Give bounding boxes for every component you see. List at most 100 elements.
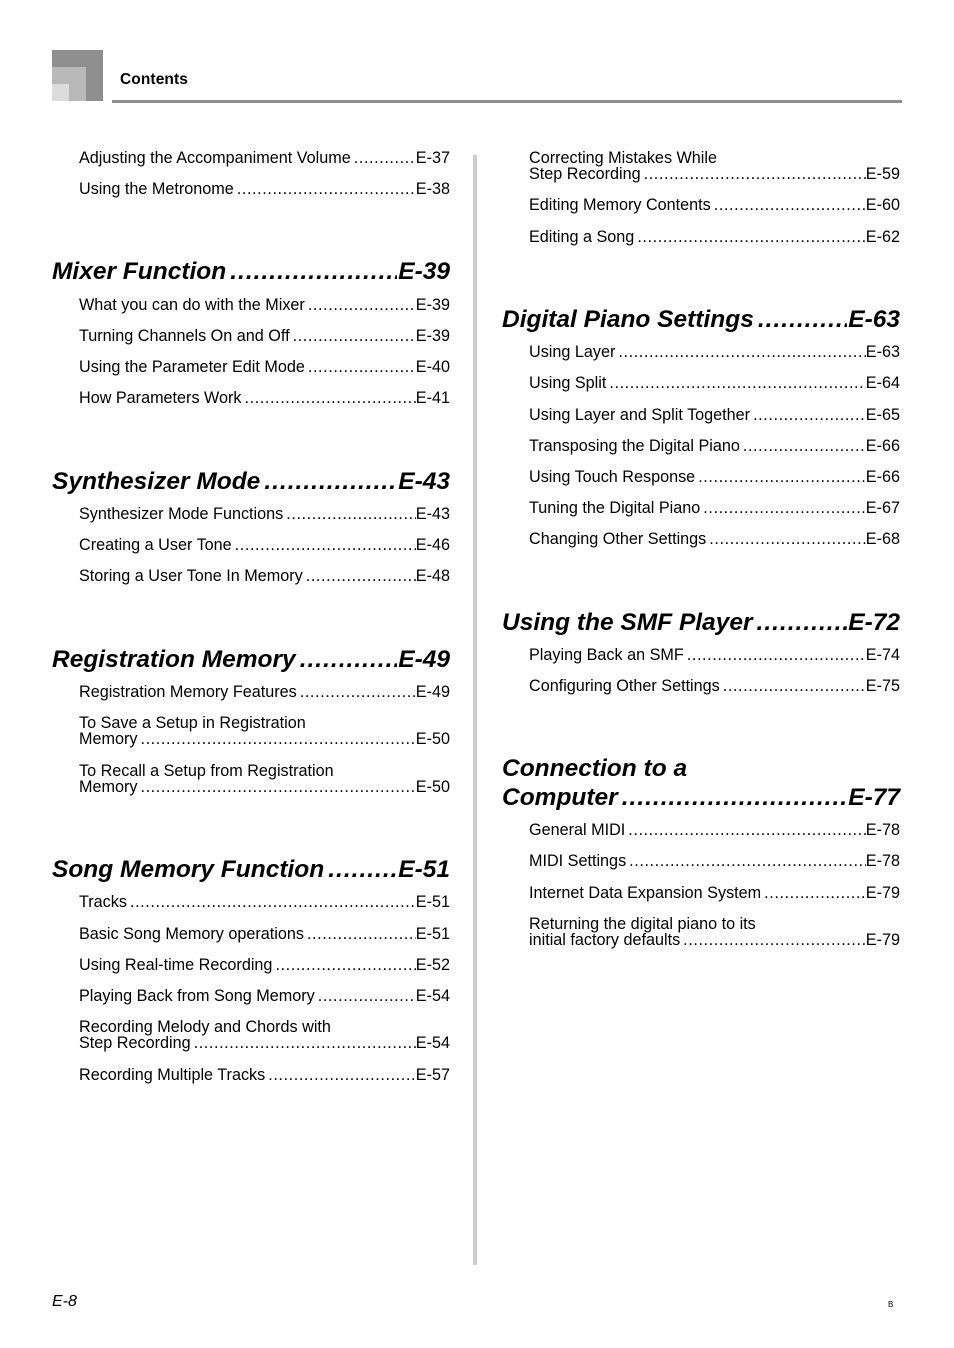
toc-entry-text: Recording Melody and Chords with — [79, 1018, 331, 1037]
toc-entry[interactable]: To Recall a Setup from Registration.....… — [79, 761, 450, 795]
leader-dots: ........................................… — [234, 537, 416, 554]
toc-entry-text: Synthesizer Mode Functions — [79, 505, 284, 524]
toc-section-heading[interactable]: Digital Piano Settings..................… — [502, 306, 900, 334]
toc-heading-line: Computer................................… — [502, 784, 900, 812]
toc-entry-page-number: E-66 — [865, 468, 900, 487]
toc-heading-text: Connection to a — [502, 755, 688, 783]
toc-entry-text: Creating a User Tone — [79, 536, 232, 555]
toc-entry-text: Changing Other Settings — [529, 530, 707, 549]
toc-entry-text: General MIDI — [529, 821, 626, 840]
toc-entry[interactable]: Playing Back from Song Memory...........… — [79, 988, 450, 1004]
toc-entry-line: Storing a User Tone In Memory...........… — [79, 568, 450, 584]
toc-entry[interactable]: Adjusting the Accompaniment Volume......… — [79, 150, 450, 166]
toc-entry-text: MIDI Settings — [529, 852, 627, 871]
leader-dots: ........................................… — [703, 500, 866, 517]
toc-entry[interactable]: How Parameters Work.....................… — [79, 390, 450, 406]
toc-entry[interactable]: Correcting Mistakes While...............… — [529, 150, 900, 183]
toc-entry-line: Internet Data Expansion System..........… — [529, 884, 900, 901]
toc-entry[interactable]: Turning Channels On and Off.............… — [79, 328, 450, 344]
leader-dots: ........................................… — [683, 932, 866, 949]
leader-dots: ........................................… — [757, 305, 848, 333]
toc-heading-page-number: E-49 — [398, 645, 450, 673]
toc-section-heading[interactable]: Synthesizer Mode........................… — [52, 468, 450, 496]
toc-heading-page-number: E-39 — [398, 258, 450, 286]
toc-entry-line: Correcting Mistakes While...............… — [529, 150, 900, 166]
toc-section-heading[interactable]: Using the SMF Player....................… — [502, 609, 900, 637]
leader-dots: ........................................… — [637, 228, 866, 245]
toc-entry[interactable]: Creating a User Tone....................… — [79, 537, 450, 553]
leader-dots: ........................................… — [305, 568, 416, 585]
toc-entry[interactable]: Registration Memory Features............… — [79, 684, 450, 700]
toc-section-heading[interactable]: Mixer Function..........................… — [52, 258, 450, 286]
toc-entry[interactable]: Using Real-time Recording...............… — [79, 957, 450, 973]
toc-entry[interactable]: To Save a Setup in Registration.........… — [79, 715, 450, 748]
toc-entry-text: Transposing the Digital Piano — [529, 436, 740, 455]
toc-section-heading[interactable]: Connection to a Computer.................… — [502, 755, 900, 812]
toc-entry-page-number: E-78 — [865, 821, 900, 840]
toc-entry[interactable]: Using Touch Response....................… — [529, 469, 900, 485]
toc-heading-line: Mixer Function..........................… — [52, 258, 450, 286]
toc-entry-text: To Recall a Setup from Registration — [79, 761, 334, 780]
toc-entry[interactable]: Using Layer and Split Together..........… — [529, 405, 900, 424]
toc-heading-page-number: E-63 — [848, 305, 900, 333]
toc-entry[interactable]: Tracks..................................… — [79, 894, 450, 910]
toc-entry[interactable]: Basic Song Memory operations............… — [79, 924, 450, 943]
toc-entry[interactable]: What you can do with the Mixer..........… — [79, 297, 450, 313]
toc-heading-text: Song Memory Function — [52, 856, 325, 884]
toc-entry-line: Using Real-time Recording...............… — [79, 957, 450, 973]
toc-entry-text: Tuning the Digital Piano — [529, 499, 701, 518]
leader-dots: ........................................… — [353, 150, 416, 167]
toc-entry[interactable]: Tuning the Digital Piano................… — [529, 500, 900, 516]
toc-entry[interactable]: Editing a Song..........................… — [529, 228, 900, 245]
toc-entry[interactable]: General MIDI............................… — [529, 822, 900, 838]
toc-entry-text: Basic Song Memory operations — [79, 924, 304, 943]
toc-entry-page-number: E-51 — [415, 893, 450, 912]
leader-dots: ........................................… — [317, 988, 416, 1005]
toc-entry-text: Configuring Other Settings — [529, 677, 720, 696]
toc-entry[interactable]: Using the Parameter Edit Mode...........… — [79, 359, 450, 375]
toc-entry-line: Tuning the Digital Piano................… — [529, 500, 900, 516]
toc-entry[interactable]: Configuring Other Settings..............… — [529, 678, 900, 694]
toc-entry-line: Creating a User Tone....................… — [79, 537, 450, 553]
leader-dots: ........................................… — [230, 258, 397, 286]
toc-section-heading[interactable]: Registration Memory.....................… — [52, 646, 450, 674]
toc-entry[interactable]: Returning the digital piano to its......… — [529, 914, 900, 949]
toc-entry-line: How Parameters Work.....................… — [79, 390, 450, 406]
page-title: Contents — [120, 71, 188, 88]
toc-entry[interactable]: Playing Back an SMF.....................… — [529, 647, 900, 663]
toc-heading-text: Computer — [502, 783, 618, 811]
leader-dots: ........................................… — [756, 608, 848, 636]
nested-squares-logo-icon — [52, 50, 103, 101]
toc-heading-page-number: E-51 — [398, 856, 450, 884]
toc-entry-line: To Save a Setup in Registration.........… — [79, 715, 450, 731]
toc-entry-line: Using the Metronome.....................… — [79, 181, 450, 197]
toc-section-heading[interactable]: Song Memory Function....................… — [52, 856, 450, 884]
leader-dots: ........................................… — [299, 684, 416, 701]
toc-entry[interactable]: Storing a User Tone In Memory...........… — [79, 568, 450, 584]
toc-entry-page-number: E-78 — [865, 852, 900, 871]
toc-entry[interactable]: Internet Data Expansion System..........… — [529, 884, 900, 901]
toc-entry-line: Playing Back from Song Memory...........… — [79, 988, 450, 1004]
toc-entry[interactable]: Using the Metronome.....................… — [79, 181, 450, 197]
toc-heading-page-number: E-72 — [848, 608, 900, 636]
toc-entry[interactable]: MIDI Settings...........................… — [529, 853, 900, 869]
toc-entry-line: Recording Melody and Chords with........… — [79, 1019, 450, 1035]
toc-entry[interactable]: Recording Multiple Tracks...............… — [79, 1066, 450, 1083]
toc-entry[interactable]: Editing Memory Contents.................… — [529, 197, 900, 213]
toc-entry[interactable]: Transposing the Digital Piano...........… — [529, 438, 900, 454]
toc-entry-page-number: E-37 — [415, 149, 450, 167]
toc-entry-text: Editing Memory Contents — [529, 196, 711, 215]
toc-entry[interactable]: Using Split.............................… — [529, 375, 900, 391]
toc-entry[interactable]: Synthesizer Mode Functions..............… — [79, 506, 450, 522]
toc-entry[interactable]: Using Layer.............................… — [529, 344, 900, 360]
toc-entry-page-number: E-75 — [865, 677, 900, 696]
leader-dots: ........................................… — [713, 197, 866, 214]
toc-entry-page-number: E-65 — [865, 405, 900, 424]
footer-page-number: E-8 — [52, 1293, 77, 1310]
toc-entry[interactable]: Recording Melody and Chords with........… — [79, 1019, 450, 1052]
toc-entry-page-number: E-39 — [415, 295, 450, 314]
leader-dots: ........................................… — [193, 1035, 416, 1052]
toc-entry[interactable]: Changing Other Settings.................… — [529, 531, 900, 547]
toc-entry-text: Returning the digital piano to its — [529, 914, 756, 933]
